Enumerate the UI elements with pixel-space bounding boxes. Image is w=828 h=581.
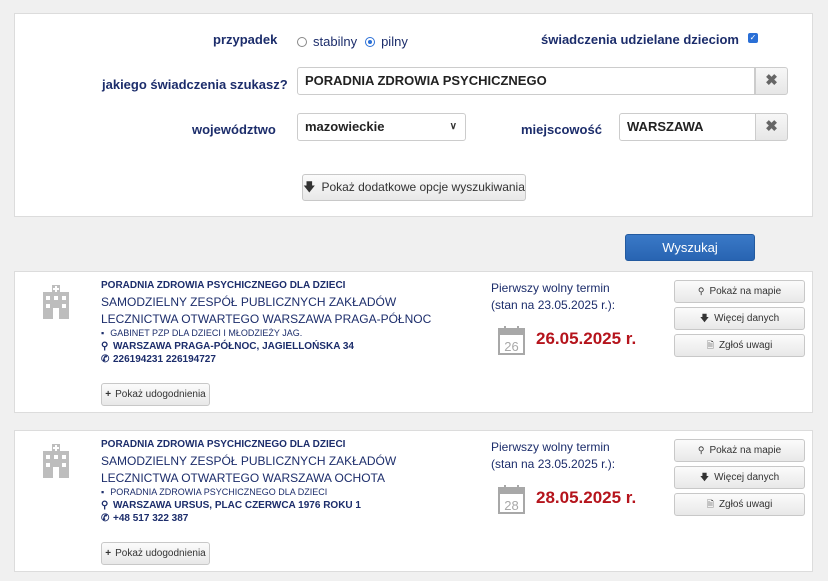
province-select[interactable]: mazowieckie ∨ xyxy=(297,113,466,141)
more-data-label: Więcej danych xyxy=(714,313,780,324)
service-clear-button[interactable]: ✖ xyxy=(755,67,788,95)
result-unit: PORADNIA ZDROWIA PSYCHICZNEGO DLA DZIECI xyxy=(101,487,327,497)
more-data-button[interactable]: 🡇 Więcej danych xyxy=(674,307,805,330)
province-label: województwo xyxy=(192,122,276,137)
phone-icon: ✆ xyxy=(101,354,110,365)
show-amenities-button[interactable]: + Pokaż udogodnienia xyxy=(101,383,210,406)
show-amenities-label: Pokaż udogodnienia xyxy=(115,389,206,400)
more-data-button[interactable]: 🡇 Więcej danych xyxy=(674,466,805,489)
result-title[interactable]: PORADNIA ZDROWIA PSYCHICZNEGO DLA DZIECI xyxy=(101,439,345,450)
arrow-down-icon: 🡇 xyxy=(303,180,316,194)
children-label: świadczenia udzielane dzieciom xyxy=(541,32,739,47)
map-pin-icon: ⚲ xyxy=(101,500,109,511)
province-select-value: mazowieckie xyxy=(305,119,385,134)
document-icon: 🗎 xyxy=(706,340,714,350)
hospital-building-icon xyxy=(43,285,69,319)
document-icon: 🗎 xyxy=(706,499,714,509)
show-amenities-button[interactable]: + Pokaż udogodnienia xyxy=(101,542,210,565)
radio-pilny[interactable] xyxy=(365,36,376,47)
report-issue-button[interactable]: 🗎 Zgłoś uwagi xyxy=(674,493,805,516)
result-organization: SAMODZIELNY ZESPÓŁ PUBLICZNYCH ZAKŁADÓW … xyxy=(101,454,397,485)
result-title[interactable]: PORADNIA ZDROWIA PSYCHICZNEGO DLA DZIECI xyxy=(101,280,345,291)
result-phone-text: 226194231 226194727 xyxy=(113,354,216,365)
report-issue-label: Zgłoś uwagi xyxy=(718,499,773,510)
show-on-map-label: Pokaż na mapie xyxy=(709,445,782,456)
phone-icon: ✆ xyxy=(101,513,110,524)
more-options-label: Pokaż dodatkowe opcje wyszukiwania xyxy=(321,180,525,194)
city-clear-button[interactable]: ✖ xyxy=(755,113,788,141)
result-card: PORADNIA ZDROWIA PSYCHICZNEGO DLA DZIECI… xyxy=(14,430,813,572)
case-label: przypadek xyxy=(213,32,278,47)
radio-pilny-label[interactable]: pilny xyxy=(381,34,408,49)
service-input[interactable]: PORADNIA ZDROWIA PSYCHICZNEGO xyxy=(297,67,755,95)
arrow-down-icon: 🡇 xyxy=(699,472,710,482)
result-card: PORADNIA ZDROWIA PSYCHICZNEGO DLA DZIECI… xyxy=(14,271,813,413)
result-address-text: WARSZAWA URSUS, PLAC CZERWCA 1976 ROKU 1 xyxy=(113,500,361,511)
chevron-down-icon: ∨ xyxy=(449,121,457,132)
first-available-date: 28.05.2025 r. xyxy=(536,488,637,507)
search-button[interactable]: Wyszukaj xyxy=(625,234,755,261)
calendar-day: 28 xyxy=(504,498,518,513)
radio-stabilny-label[interactable]: stabilny xyxy=(313,34,357,49)
result-address: ⚲ WARSZAWA PRAGA-PÓŁNOC, JAGIELLOŃSKA 34 xyxy=(101,341,354,352)
calendar-day: 26 xyxy=(504,339,518,354)
show-amenities-label: Pokaż udogodnienia xyxy=(115,548,206,559)
map-pin-icon: ⚲ xyxy=(101,341,109,352)
city-label: miejscowość xyxy=(521,122,602,137)
calendar-icon: 28 xyxy=(498,485,525,514)
service-label: jakiego świadczenia szukasz? xyxy=(102,77,288,92)
report-issue-label: Zgłoś uwagi xyxy=(718,340,773,351)
children-checkbox[interactable]: ✓ xyxy=(748,33,758,43)
term-info: Pierwszy wolny termin (stan na 23.05.2025… xyxy=(491,280,615,314)
case-radio-group: stabilny pilny xyxy=(297,34,416,49)
result-organization: SAMODZIELNY ZESPÓŁ PUBLICZNYCH ZAKŁADÓW … xyxy=(101,295,432,326)
radio-stabilny[interactable] xyxy=(297,36,307,47)
term-state: (stan na 23.05.2025 r.): xyxy=(491,457,616,471)
result-unit: GABINET PZP DLA DZIECI I MŁODZIEŻY JAG. xyxy=(101,328,302,338)
plus-icon: + xyxy=(105,389,112,400)
city-input[interactable]: WARSZAWA xyxy=(619,113,756,141)
more-data-label: Więcej danych xyxy=(714,472,780,483)
term-info: Pierwszy wolny termin (stan na 23.05.2025… xyxy=(491,439,615,473)
search-panel: przypadek stabilny pilny świadczenia udz… xyxy=(14,13,813,217)
report-issue-button[interactable]: 🗎 Zgłoś uwagi xyxy=(674,334,805,357)
map-pin-icon: ⚲ xyxy=(697,445,705,455)
result-phone-text: +48 517 322 387 xyxy=(113,513,189,524)
calendar-icon: 26 xyxy=(498,326,525,355)
result-phone: ✆ +48 517 322 387 xyxy=(101,513,188,524)
close-icon: ✖ xyxy=(765,118,778,135)
more-options-button[interactable]: 🡇 Pokaż dodatkowe opcje wyszukiwania xyxy=(302,174,526,201)
show-on-map-button[interactable]: ⚲ Pokaż na mapie xyxy=(674,439,805,462)
show-on-map-label: Pokaż na mapie xyxy=(709,286,782,297)
term-label: Pierwszy wolny termin xyxy=(491,281,610,295)
arrow-down-icon: 🡇 xyxy=(699,313,710,323)
term-label: Pierwszy wolny termin xyxy=(491,440,610,454)
map-pin-icon: ⚲ xyxy=(697,286,705,296)
result-address: ⚲ WARSZAWA URSUS, PLAC CZERWCA 1976 ROKU … xyxy=(101,500,361,511)
first-available-date: 26.05.2025 r. xyxy=(536,329,637,348)
result-phone: ✆ 226194231 226194727 xyxy=(101,354,216,365)
plus-icon: + xyxy=(105,548,112,559)
show-on-map-button[interactable]: ⚲ Pokaż na mapie xyxy=(674,280,805,303)
close-icon: ✖ xyxy=(765,72,778,89)
result-address-text: WARSZAWA PRAGA-PÓŁNOC, JAGIELLOŃSKA 34 xyxy=(113,341,354,352)
hospital-building-icon xyxy=(43,444,69,478)
term-state: (stan na 23.05.2025 r.): xyxy=(491,298,616,312)
